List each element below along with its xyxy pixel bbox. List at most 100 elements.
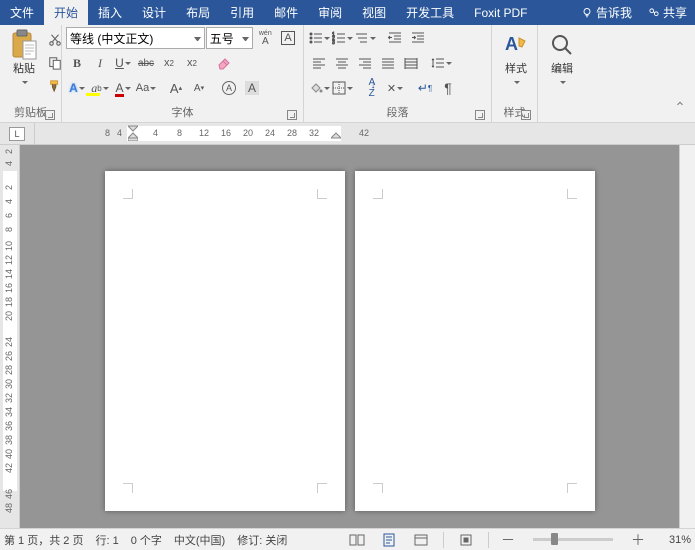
grow-font-button[interactable]: A▴ <box>165 77 187 99</box>
clipboard-dialog-launcher[interactable] <box>45 110 55 120</box>
collapse-ribbon-button[interactable]: ⌃ <box>669 96 691 118</box>
tab-developer[interactable]: 开发工具 <box>396 0 464 25</box>
read-mode-button[interactable] <box>347 531 367 549</box>
text-effects-button[interactable]: A <box>66 77 88 99</box>
tab-selector[interactable]: L <box>0 123 35 145</box>
asian-layout-button[interactable]: ✕ <box>384 77 406 99</box>
align-right-icon <box>358 56 372 70</box>
font-name-combo[interactable]: 等线 (中文正文) <box>66 27 205 49</box>
clear-formatting-button[interactable] <box>213 52 235 74</box>
tab-references[interactable]: 引用 <box>220 0 264 25</box>
enclose-characters-button[interactable]: A <box>218 77 240 99</box>
numbering-button[interactable]: 123 <box>331 27 353 49</box>
tab-mailings[interactable]: 邮件 <box>264 0 308 25</box>
svg-text:3: 3 <box>332 40 335 45</box>
macro-indicator[interactable] <box>456 531 476 549</box>
share-button[interactable]: 共享 <box>640 0 695 25</box>
align-center-button[interactable] <box>331 52 353 74</box>
vertical-ruler[interactable]: 2 4 2 4 6 8 10 12 14 16 18 20 24 26 28 3… <box>0 145 20 528</box>
print-layout-button[interactable] <box>379 531 399 549</box>
zoom-slider[interactable] <box>533 538 613 541</box>
document-area[interactable] <box>20 145 679 528</box>
zoom-out-button[interactable]: － <box>501 530 515 550</box>
shrink-font-button[interactable]: A▾ <box>188 77 210 99</box>
subscript-button[interactable]: x2 <box>158 52 180 74</box>
distributed-icon <box>404 56 418 70</box>
shading-button[interactable] <box>308 77 330 99</box>
character-border-button[interactable]: A <box>277 27 299 49</box>
strikethrough-button[interactable]: abc <box>135 52 157 74</box>
horizontal-ruler[interactable]: 8 4 4 8 12 16 20 24 28 32 42 <box>35 123 695 144</box>
editing-button[interactable]: 编辑 <box>542 27 582 91</box>
zoom-thumb[interactable] <box>551 533 558 545</box>
snap-to-grid-button[interactable]: ¶ <box>437 77 459 99</box>
tab-file[interactable]: 文件 <box>0 0 44 25</box>
status-track-changes[interactable]: 修订: 关闭 <box>237 532 287 548</box>
show-marks-button[interactable]: ↵¶ <box>414 77 436 99</box>
web-layout-button[interactable] <box>411 531 431 549</box>
tab-foxit[interactable]: Foxit PDF <box>464 0 537 25</box>
vertical-scrollbar[interactable] <box>679 145 695 528</box>
font-size-combo[interactable]: 五号 <box>206 27 254 49</box>
align-left-button[interactable] <box>308 52 330 74</box>
web-icon <box>414 533 428 547</box>
ruler-horizontal-area: L 8 4 4 8 12 16 20 24 28 32 42 <box>0 123 695 145</box>
indent-icon <box>411 31 425 45</box>
font-dialog-launcher[interactable] <box>287 110 297 120</box>
workspace: 2 4 2 4 6 8 10 12 14 16 18 20 24 26 28 3… <box>0 145 695 528</box>
status-line[interactable]: 行: 1 <box>95 532 118 548</box>
tab-design[interactable]: 设计 <box>132 0 176 25</box>
multilevel-icon <box>355 31 369 45</box>
superscript-button[interactable]: x2 <box>181 52 203 74</box>
tab-insert[interactable]: 插入 <box>88 0 132 25</box>
first-line-indent-icon[interactable] <box>128 123 138 141</box>
borders-button[interactable] <box>331 77 353 99</box>
paste-button[interactable]: 粘贴 <box>4 27 44 91</box>
status-bar: 第 1 页，共 2 页 行: 1 0 个字 中文(中国) 修订: 关闭 － ＋ … <box>0 528 695 550</box>
align-right-button[interactable] <box>354 52 376 74</box>
styles-dialog-launcher[interactable] <box>521 110 531 120</box>
group-font: 等线 (中文正文) 五号 wénA A B I U abc x2 x2 A ab… <box>62 25 304 122</box>
bullets-icon <box>309 31 323 45</box>
tab-home[interactable]: 开始 <box>44 0 88 25</box>
svg-text:A: A <box>505 34 518 54</box>
page-1[interactable] <box>105 171 345 511</box>
highlight-button[interactable]: ab <box>89 77 111 99</box>
justify-button[interactable] <box>377 52 399 74</box>
tell-me-button[interactable]: 告诉我 <box>573 0 640 25</box>
menu-bar: 文件 开始 插入 设计 布局 引用 邮件 审阅 视图 开发工具 Foxit PD… <box>0 0 695 25</box>
eraser-icon <box>216 55 232 71</box>
zoom-in-button[interactable]: ＋ <box>631 530 645 550</box>
line-spacing-button[interactable] <box>430 52 452 74</box>
phonetic-guide-button[interactable]: wénA <box>254 27 276 49</box>
zoom-level[interactable]: 31% <box>657 534 691 546</box>
book-icon <box>349 533 365 547</box>
tab-layout[interactable]: 布局 <box>176 0 220 25</box>
bold-button[interactable]: B <box>66 52 88 74</box>
page-2[interactable] <box>355 171 595 511</box>
character-shading-button[interactable]: A <box>241 77 263 99</box>
bullets-button[interactable] <box>308 27 330 49</box>
group-styles: A 样式 样式 <box>492 25 538 122</box>
numbering-icon: 123 <box>332 31 346 45</box>
font-color-button[interactable]: A <box>112 77 134 99</box>
group-editing: 编辑 <box>538 25 584 122</box>
decrease-indent-button[interactable] <box>384 27 406 49</box>
distributed-button[interactable] <box>400 52 422 74</box>
status-language[interactable]: 中文(中国) <box>174 532 225 548</box>
status-words[interactable]: 0 个字 <box>131 532 162 548</box>
change-case-button[interactable]: Aa <box>135 77 157 99</box>
underline-button[interactable]: U <box>112 52 134 74</box>
italic-button[interactable]: I <box>89 52 111 74</box>
multilevel-list-button[interactable] <box>354 27 376 49</box>
page-icon <box>382 533 396 547</box>
status-page[interactable]: 第 1 页，共 2 页 <box>4 532 83 548</box>
styles-button[interactable]: A 样式 <box>496 27 536 91</box>
right-indent-icon[interactable] <box>331 123 341 141</box>
tab-view[interactable]: 视图 <box>352 0 396 25</box>
sort-button[interactable]: AZ↓ <box>361 77 383 99</box>
tab-review[interactable]: 审阅 <box>308 0 352 25</box>
group-clipboard: 粘贴 剪贴板 <box>0 25 62 122</box>
increase-indent-button[interactable] <box>407 27 429 49</box>
paragraph-dialog-launcher[interactable] <box>475 110 485 120</box>
